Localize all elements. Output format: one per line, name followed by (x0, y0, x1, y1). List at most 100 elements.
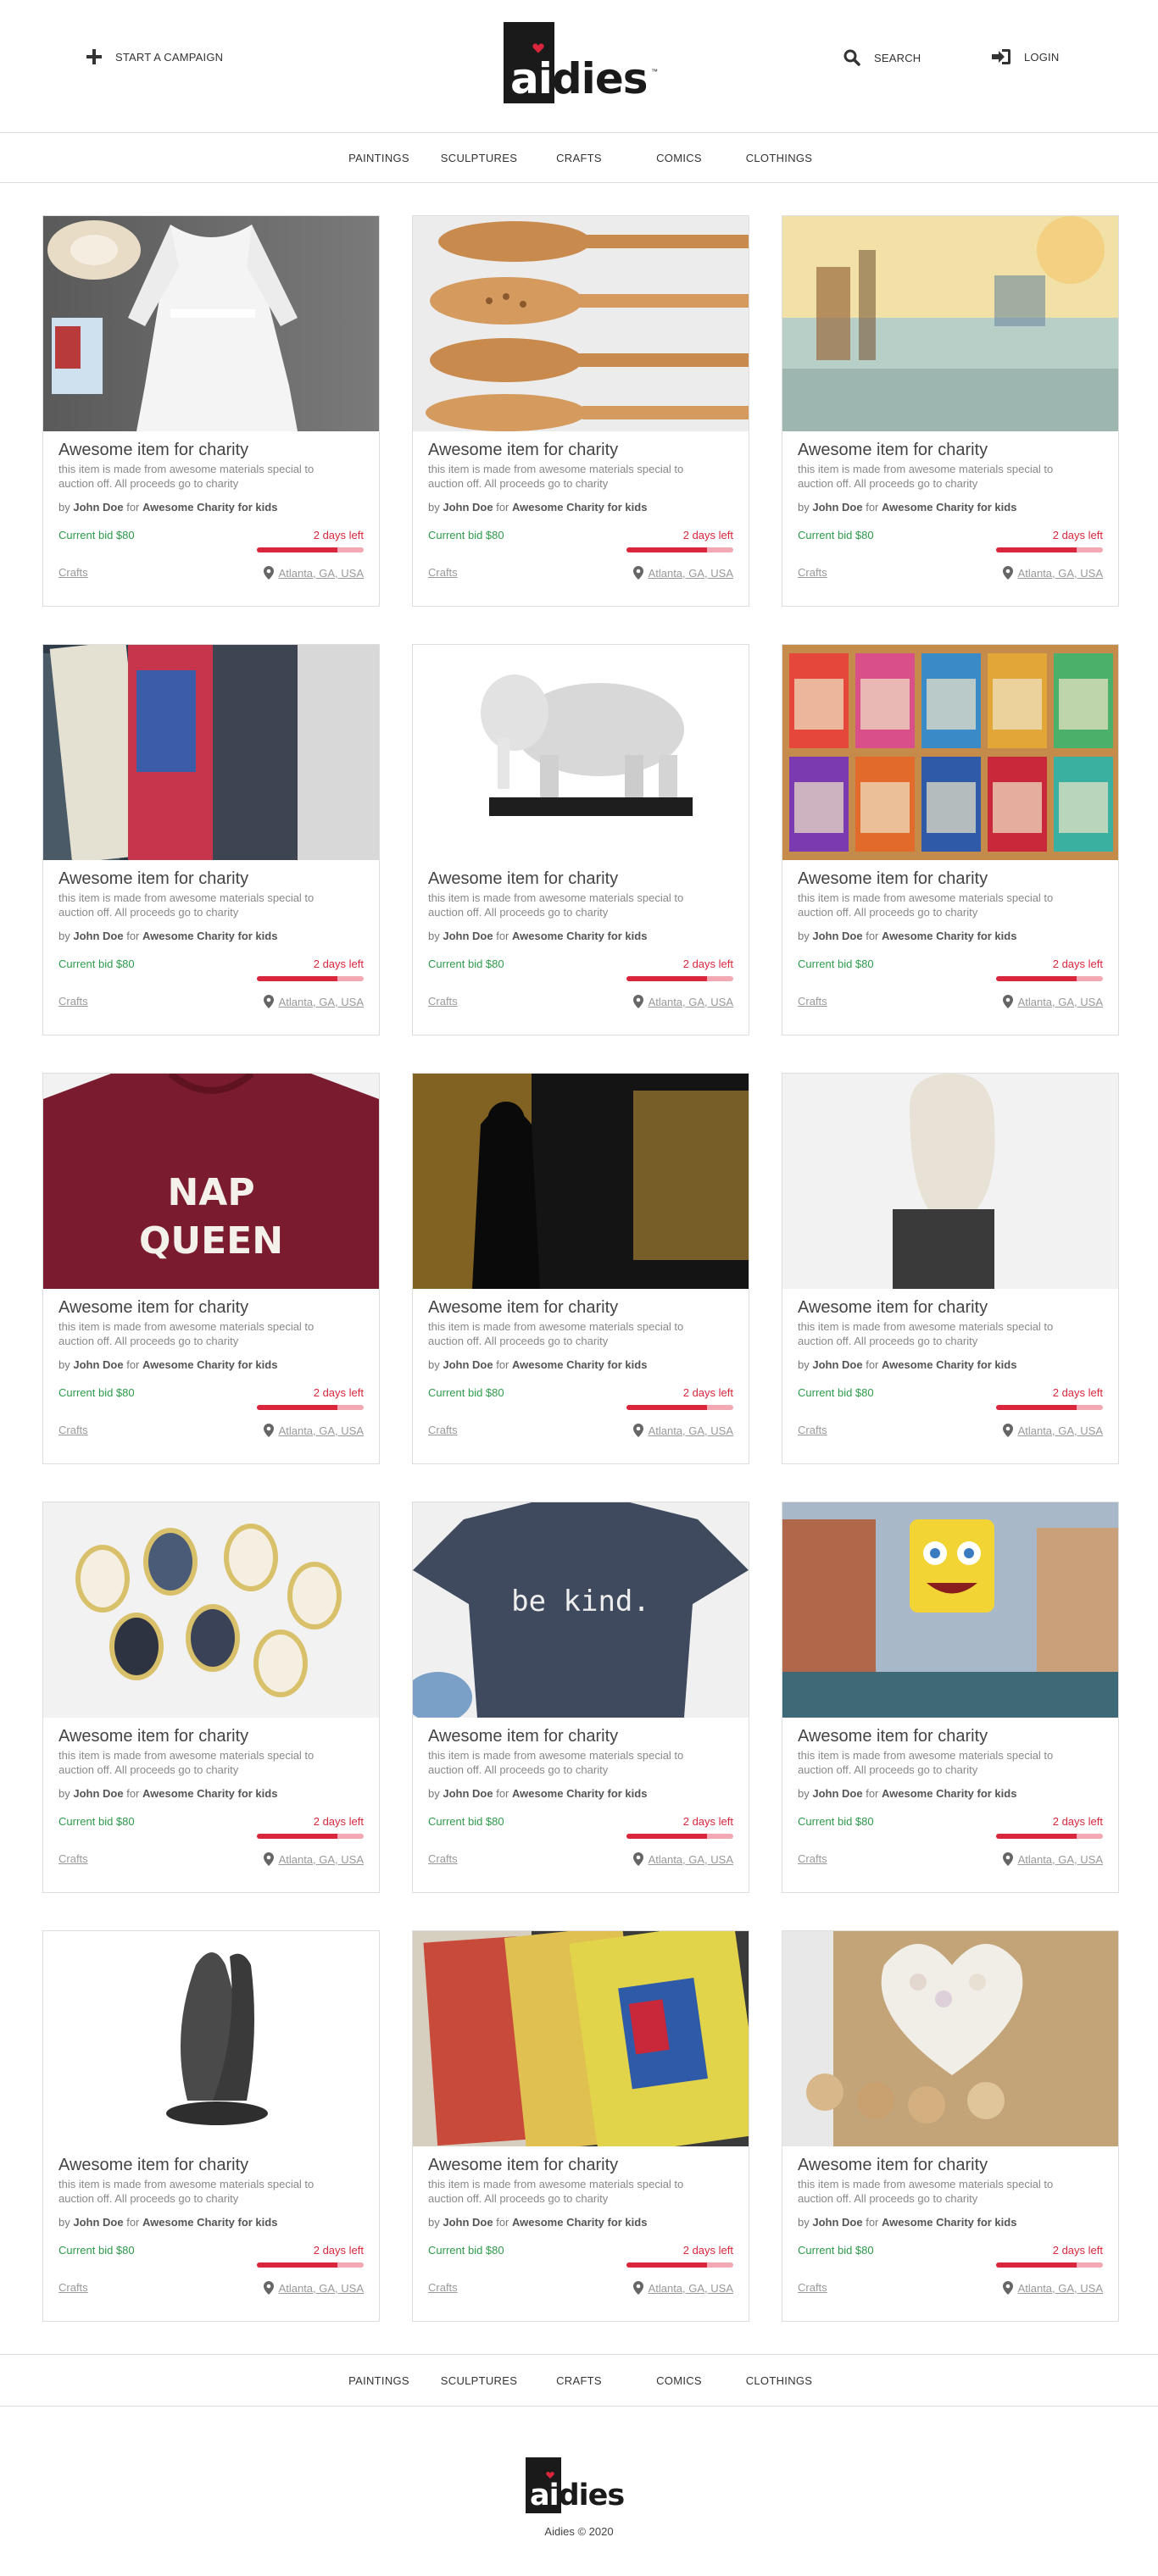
charity-name[interactable]: Awesome Charity for kids (882, 1787, 1016, 1800)
charity-name[interactable]: Awesome Charity for kids (142, 1787, 277, 1800)
item-title[interactable]: Awesome item for charity (428, 869, 733, 889)
seller-name[interactable]: John Doe (443, 1358, 493, 1371)
item-image[interactable]: NAP QUEEN (43, 1074, 379, 1289)
charity-name[interactable]: Awesome Charity for kids (512, 501, 647, 514)
item-location[interactable]: Atlanta, GA, USA (632, 1852, 733, 1866)
charity-name[interactable]: Awesome Charity for kids (142, 2216, 277, 2229)
seller-name[interactable]: John Doe (73, 1787, 123, 1800)
auction-card[interactable]: Awesome item for charity this item is ma… (42, 215, 380, 607)
item-location[interactable]: Atlanta, GA, USA (632, 2281, 733, 2295)
category-link-paintings[interactable]: PAINTINGS (329, 152, 429, 164)
auction-card[interactable]: NAP QUEEN Awesome item for charity this … (42, 1073, 380, 1464)
item-category-link[interactable]: Crafts (798, 995, 827, 1008)
item-image[interactable] (782, 216, 1118, 431)
item-location[interactable]: Atlanta, GA, USA (263, 1852, 364, 1866)
charity-name[interactable]: Awesome Charity for kids (142, 1358, 277, 1371)
footer-link-crafts[interactable]: CRAFTS (529, 2374, 629, 2387)
item-category-link[interactable]: Crafts (798, 566, 827, 579)
charity-name[interactable]: Awesome Charity for kids (142, 501, 277, 514)
seller-name[interactable]: John Doe (812, 2216, 862, 2229)
item-title[interactable]: Awesome item for charity (798, 1726, 1103, 1746)
item-image[interactable] (413, 216, 749, 431)
charity-name[interactable]: Awesome Charity for kids (882, 2216, 1016, 2229)
footer-logo[interactable]: aidies (526, 2457, 631, 2513)
seller-name[interactable]: John Doe (443, 1787, 493, 1800)
auction-card[interactable]: Awesome item for charity this item is ma… (412, 644, 749, 1035)
item-category-link[interactable]: Crafts (798, 2281, 827, 2294)
item-category-link[interactable]: Crafts (428, 566, 458, 579)
search-button[interactable]: SEARCH (843, 49, 921, 66)
seller-name[interactable]: John Doe (812, 930, 862, 942)
item-title[interactable]: Awesome item for charity (58, 869, 364, 889)
item-category-link[interactable]: Crafts (58, 995, 88, 1008)
category-link-comics[interactable]: COMICS (629, 152, 729, 164)
item-title[interactable]: Awesome item for charity (58, 2155, 364, 2175)
item-image[interactable] (413, 1074, 749, 1289)
item-title[interactable]: Awesome item for charity (798, 1297, 1103, 1318)
item-location[interactable]: Atlanta, GA, USA (632, 566, 733, 580)
category-link-clothings[interactable]: CLOTHINGS (729, 152, 829, 164)
auction-card[interactable]: be kind. Awesome item for charity this i… (412, 1502, 749, 1893)
seller-name[interactable]: John Doe (443, 930, 493, 942)
item-category-link[interactable]: Crafts (58, 2281, 88, 2294)
item-image[interactable] (43, 216, 379, 431)
item-category-link[interactable]: Crafts (58, 1424, 88, 1436)
auction-card[interactable]: Awesome item for charity this item is ma… (782, 1930, 1119, 2322)
item-location[interactable]: Atlanta, GA, USA (263, 2281, 364, 2295)
seller-name[interactable]: John Doe (73, 930, 123, 942)
item-image[interactable] (782, 645, 1118, 860)
charity-name[interactable]: Awesome Charity for kids (882, 501, 1016, 514)
item-image[interactable] (413, 645, 749, 860)
item-image[interactable] (782, 1931, 1118, 2146)
charity-name[interactable]: Awesome Charity for kids (882, 1358, 1016, 1371)
charity-name[interactable]: Awesome Charity for kids (512, 2216, 647, 2229)
auction-card[interactable]: Awesome item for charity this item is ma… (42, 1502, 380, 1893)
category-link-sculptures[interactable]: SCULPTURES (429, 152, 529, 164)
item-location[interactable]: Atlanta, GA, USA (1002, 566, 1103, 580)
item-title[interactable]: Awesome item for charity (58, 440, 364, 460)
footer-link-comics[interactable]: COMICS (629, 2374, 729, 2387)
item-image[interactable] (43, 1931, 379, 2146)
footer-link-clothings[interactable]: CLOTHINGS (729, 2374, 829, 2387)
login-button[interactable]: LOGIN (992, 49, 1059, 64)
item-category-link[interactable]: Crafts (428, 2281, 458, 2294)
item-location[interactable]: Atlanta, GA, USA (1002, 1424, 1103, 1437)
auction-card[interactable]: Awesome item for charity this item is ma… (42, 644, 380, 1035)
item-title[interactable]: Awesome item for charity (58, 1726, 364, 1746)
auction-card[interactable]: Awesome item for charity this item is ma… (412, 215, 749, 607)
seller-name[interactable]: John Doe (812, 1787, 862, 1800)
item-title[interactable]: Awesome item for charity (798, 2155, 1103, 2175)
item-title[interactable]: Awesome item for charity (428, 1297, 733, 1318)
seller-name[interactable]: John Doe (443, 2216, 493, 2229)
item-location[interactable]: Atlanta, GA, USA (1002, 1852, 1103, 1866)
charity-name[interactable]: Awesome Charity for kids (512, 1787, 647, 1800)
footer-link-sculptures[interactable]: SCULPTURES (429, 2374, 529, 2387)
item-category-link[interactable]: Crafts (58, 1852, 88, 1865)
auction-card[interactable]: Awesome item for charity this item is ma… (412, 1073, 749, 1464)
item-category-link[interactable]: Crafts (798, 1424, 827, 1436)
item-category-link[interactable]: Crafts (428, 1852, 458, 1865)
item-title[interactable]: Awesome item for charity (428, 2155, 733, 2175)
item-location[interactable]: Atlanta, GA, USA (632, 995, 733, 1008)
item-location[interactable]: Atlanta, GA, USA (632, 1424, 733, 1437)
start-campaign-button[interactable]: START A CAMPAIGN (86, 49, 223, 64)
seller-name[interactable]: John Doe (73, 2216, 123, 2229)
item-category-link[interactable]: Crafts (428, 995, 458, 1008)
item-image[interactable] (782, 1502, 1118, 1718)
item-title[interactable]: Awesome item for charity (58, 1297, 364, 1318)
item-location[interactable]: Atlanta, GA, USA (263, 1424, 364, 1437)
seller-name[interactable]: John Doe (812, 1358, 862, 1371)
item-title[interactable]: Awesome item for charity (798, 869, 1103, 889)
footer-link-paintings[interactable]: PAINTINGS (329, 2374, 429, 2387)
item-image[interactable] (43, 1502, 379, 1718)
item-location[interactable]: Atlanta, GA, USA (263, 566, 364, 580)
item-image[interactable] (413, 1931, 749, 2146)
auction-card[interactable]: Awesome item for charity this item is ma… (782, 1502, 1119, 1893)
auction-card[interactable]: Awesome item for charity this item is ma… (782, 644, 1119, 1035)
auction-card[interactable]: Awesome item for charity this item is ma… (782, 1073, 1119, 1464)
item-image[interactable] (43, 645, 379, 860)
charity-name[interactable]: Awesome Charity for kids (142, 930, 277, 942)
auction-card[interactable]: Awesome item for charity this item is ma… (782, 215, 1119, 607)
item-category-link[interactable]: Crafts (428, 1424, 458, 1436)
site-logo[interactable]: aidies ™ (504, 22, 658, 103)
